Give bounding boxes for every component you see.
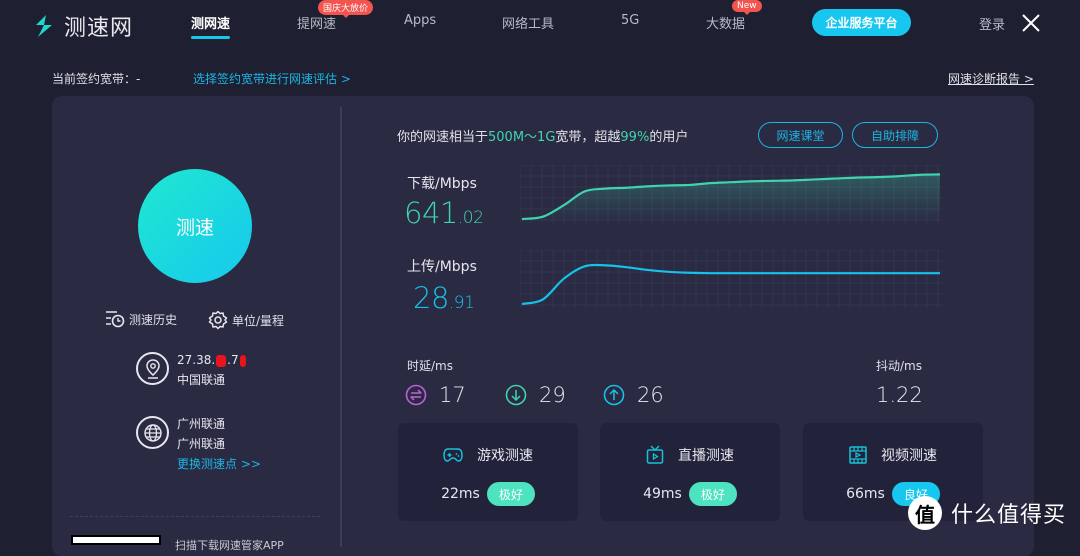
nav-label: 大数据 [706, 17, 746, 32]
location-icon [136, 352, 169, 385]
jitter-label: 抖动/ms [876, 359, 922, 373]
app-qr-code [71, 535, 161, 545]
logo[interactable]: 测速网 [32, 10, 133, 42]
gamepad-icon [443, 448, 463, 462]
evaluate-bandwidth-link[interactable]: 选择签约宽带进行网速评估 > [193, 70, 351, 87]
isp-name: 中国联通 [177, 373, 226, 387]
history-icon [106, 311, 125, 328]
logo-icon [36, 15, 52, 37]
card-title: 直播测速 [678, 448, 734, 464]
download-latency-value: 29 [539, 383, 566, 407]
logo-text: 测速网 [64, 16, 134, 41]
nav-label: Apps [404, 13, 437, 28]
upload-value: 28.91 [413, 281, 475, 315]
download-latency: 29 [505, 383, 566, 407]
history-label: 测速历史 [129, 312, 178, 327]
server-location: 广州联通 [177, 417, 226, 431]
unit-range-label: 单位/量程 [232, 313, 285, 328]
nav-label: 测网速 [191, 17, 231, 32]
idle-latency-value: 17 [439, 383, 466, 407]
bandwidth-equivalent: 500M～1G [488, 130, 556, 145]
speed-class-button[interactable]: 网速课堂 [758, 122, 843, 148]
redaction-mark [239, 354, 246, 367]
ip-address: 27.38. .7 [177, 350, 247, 370]
nav-label: 网络工具 [502, 17, 555, 32]
gear-icon [208, 310, 228, 330]
watermark-logo: 值 [908, 496, 942, 530]
live-speed-card[interactable]: 直播测速 49ms 极好 [600, 423, 780, 521]
download-value: 641.02 [404, 196, 484, 230]
top-navigation: 测速网 测网速 国庆大放价 提网速 Apps 网络工具 5G New 大数据 企… [0, 0, 1080, 50]
contract-bandwidth-label: 当前签约宽带：- [52, 72, 141, 86]
close-icon[interactable] [1020, 12, 1042, 34]
start-button-label: 测速 [175, 216, 214, 239]
new-badge: New [732, 0, 762, 15]
history-button[interactable]: 测速历史 [105, 310, 177, 328]
download-label: 下载/Mbps [407, 176, 477, 192]
upload-chart [520, 250, 942, 308]
diagnosis-report-link[interactable]: 网速诊断报告 > [948, 70, 1034, 87]
card-latency: 66ms [846, 486, 885, 502]
globe-icon [136, 416, 169, 449]
server-info: 广州联通 广州联通 更换测速点 >> [136, 414, 261, 474]
film-icon [849, 446, 867, 464]
self-troubleshoot-button[interactable]: 自助排障 [852, 122, 938, 148]
unit-range-button[interactable]: 单位/量程 [208, 310, 284, 330]
idle-latency: 17 [405, 383, 466, 407]
arrow-down-icon [505, 384, 527, 406]
watermark: 值 什么值得买 [908, 496, 1066, 530]
nav-label: 提网速 [297, 17, 337, 32]
card-latency: 49ms [643, 486, 682, 502]
latency-label: 时延/ms [407, 359, 453, 373]
ip-info: 27.38. .7 中国联通 [136, 350, 247, 390]
section-divider [70, 516, 320, 517]
series-line [521, 263, 940, 306]
watermark-text: 什么值得买 [951, 503, 1067, 528]
server-isp: 广州联通 [177, 437, 226, 451]
nav-big-data[interactable]: New 大数据 [706, 0, 762, 32]
card-title: 游戏测速 [477, 448, 533, 464]
panel-divider [340, 107, 342, 547]
speed-summary: 你的网速相当于500M～1G宽带，超越99%的用户 [397, 130, 689, 145]
app-promo-text: 扫描下载网速管家APP [175, 539, 284, 552]
percentile: 99% [620, 130, 650, 145]
nav-boost[interactable]: 国庆大放价 提网速 [297, 0, 374, 32]
redaction-mark [216, 354, 227, 367]
upload-latency-value: 26 [637, 383, 664, 407]
login-link[interactable]: 登录 [979, 14, 1005, 33]
nav-apps[interactable]: Apps [404, 13, 436, 28]
nav-5g[interactable]: 5G [621, 13, 639, 28]
card-latency: 22ms [441, 486, 480, 502]
nav-network-tools[interactable]: 网络工具 [502, 13, 554, 32]
enterprise-platform-button[interactable]: 企业服务平台 [812, 9, 911, 36]
arrow-up-icon [603, 384, 625, 406]
upload-latency: 26 [603, 383, 664, 407]
game-speed-card[interactable]: 游戏测速 22ms 极好 [398, 423, 578, 521]
rating-badge: 极好 [688, 482, 737, 506]
card-title: 视频测速 [881, 448, 937, 464]
upload-label: 上传/Mbps [407, 259, 477, 275]
nav-speedtest[interactable]: 测网速 [191, 13, 231, 39]
start-speedtest-button[interactable]: 测速 [138, 169, 252, 283]
nav-label: 5G [621, 13, 640, 28]
active-tab-indicator [191, 36, 231, 39]
change-server-link[interactable]: 更换测速点 >> [177, 454, 261, 474]
tv-icon [646, 445, 664, 464]
rating-badge: 极好 [486, 482, 535, 506]
download-chart [520, 165, 942, 223]
swap-icon [405, 384, 427, 406]
jitter-value: 1.22 [876, 383, 923, 407]
promo-badge: 国庆大放价 [318, 0, 374, 18]
